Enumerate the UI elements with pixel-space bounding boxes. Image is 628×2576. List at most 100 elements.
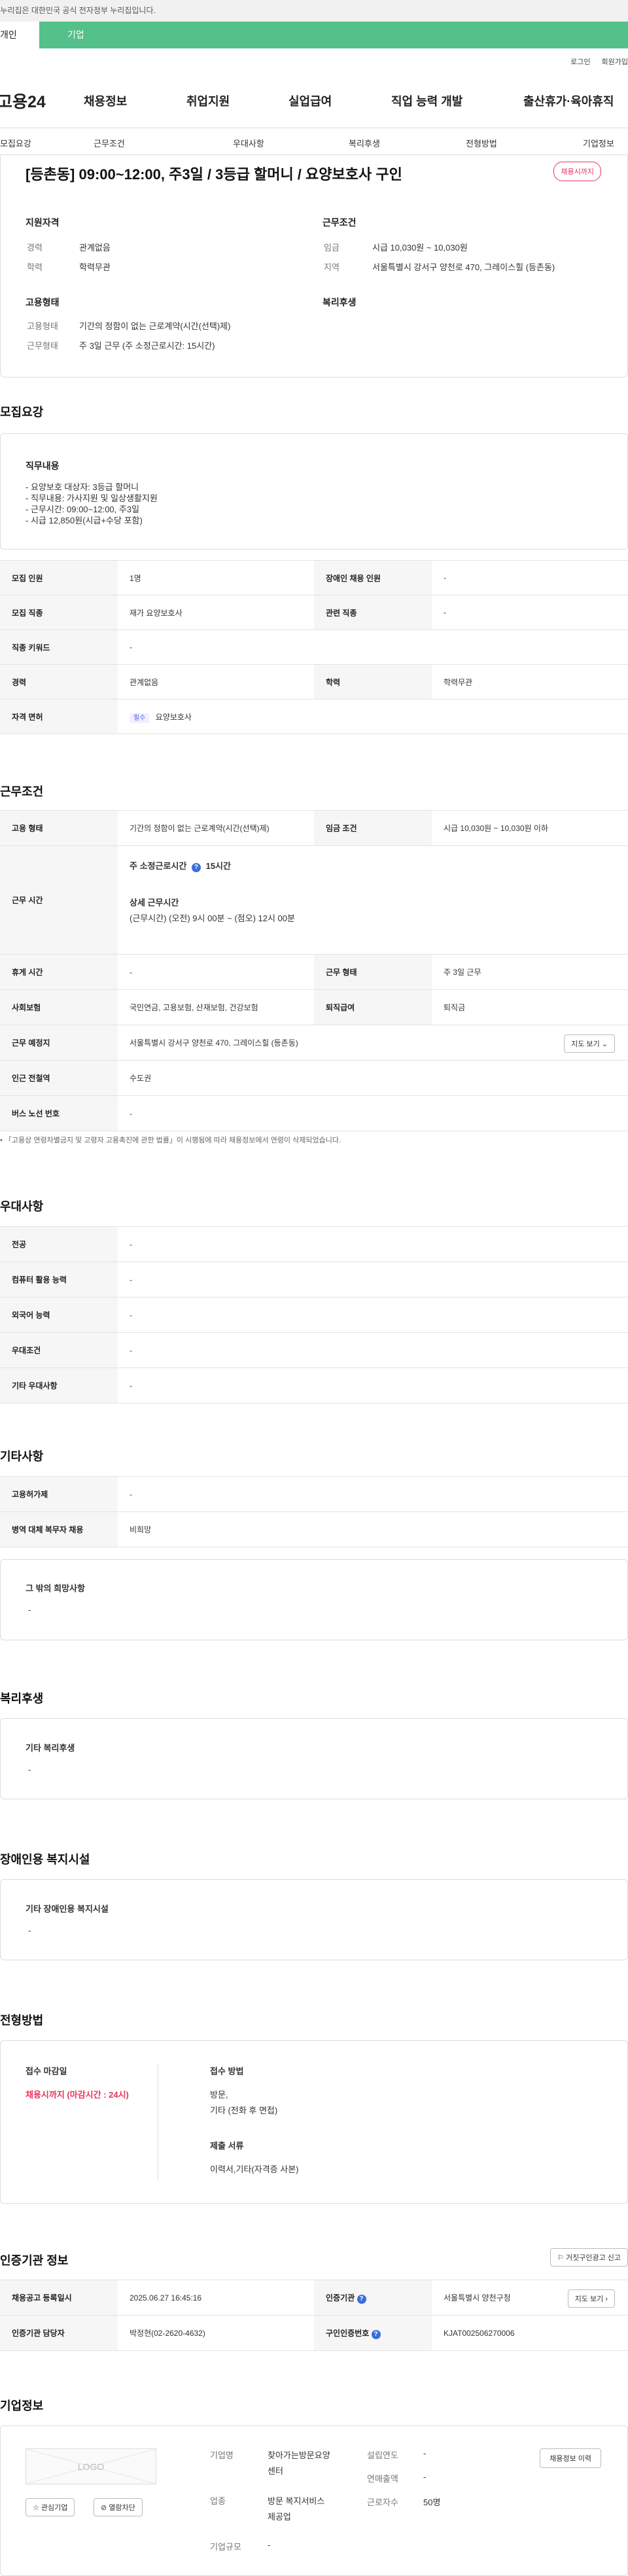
founded-label: 설립연도 (367, 2450, 398, 2460)
table-row: 경력 관계없음 학력 학력무관 (0, 664, 628, 699)
table-row: 휴게 시간 - 근무 형태 주 3일 근무 (0, 954, 628, 990)
military-label: 병역 대체 복무자 채용 (0, 1511, 118, 1547)
worktype-value: 주 3일 근무 (432, 954, 628, 990)
wage-cond-value: 시급 10,030원 ~ 10,030원 이하 (432, 810, 628, 846)
detail-hours-label: 상세 근무시간 (130, 898, 179, 908)
favorite-button[interactable]: ☆ 관심기업 (26, 2498, 75, 2516)
etc-pref-label: 기타 우대사항 (0, 1367, 118, 1403)
metro-value: 수도권 (118, 1060, 628, 1096)
deadline-badge: 채용시까지 (553, 162, 601, 181)
gov-banner: 이 누리집은 대한민국 공식 전자정부 누리집입니다. (0, 0, 628, 22)
table-row: 모집 직종 재가 요양보호사 관련 직종 - (0, 595, 628, 630)
company-box: LOGO ☆ 관심기업 ⊘ 열람차단 기업명 찾아가는방문요양 센터 업종 방문… (0, 2426, 628, 2576)
work-time-label: 근무 시간 (0, 845, 118, 955)
table-row: 버스 노선 번호 - (0, 1095, 628, 1131)
star-icon: ☆ (33, 2504, 41, 2512)
block-icon: ⊘ (101, 2504, 109, 2512)
size-value: - (268, 2540, 271, 2550)
welfare-title: 복리후생 (323, 297, 357, 308)
rest-label: 휴게 시간 (0, 954, 118, 990)
age-notice: • 「고용상 연령차별금지 및 고령자 고용촉진에 관한 법률」이 시행됨에 따… (0, 1135, 341, 1145)
table-row: 자격 면허 필수 요양보호사 (0, 699, 628, 734)
career-value: 관계없음 (79, 243, 111, 253)
prefer-section-title: 우대사항 (0, 1200, 44, 1213)
deadline-title: 접수 마감일 (26, 2066, 67, 2076)
wage-cond-label: 임금 조건 (314, 810, 432, 846)
revenue-label: 연매출액 (367, 2474, 398, 2484)
qualification-title: 지원자격 (26, 217, 60, 228)
gnb-item-employment-support[interactable]: 취업지원 (186, 92, 230, 109)
severance-value: 퇴직금 (432, 989, 628, 1025)
report-icon: ⚐ (557, 2254, 566, 2262)
duty-line: - 시급 12,850원(시급+수당 포함) (26, 516, 143, 525)
gnb-item-jobs[interactable]: 채용정보 (84, 92, 127, 109)
metro-label: 인근 전철역 (0, 1060, 118, 1096)
subnav-company[interactable]: 기업정보 (583, 137, 614, 149)
history-button[interactable]: 채용정보 이력 (540, 2448, 601, 2468)
docs-value: 이력서,기타(자격증 사본) (210, 2164, 299, 2174)
required-tag: 필수 (130, 713, 150, 723)
emp-type-label: 고용형태 (27, 321, 58, 331)
wish-title: 그 밖의 희망사항 (26, 1583, 85, 1593)
license-value: 요양보호사 (155, 712, 192, 722)
agency-map-label: 지도 보기 (574, 2295, 604, 2303)
map-button[interactable]: 지도 보기 ⌄ (564, 1034, 615, 1053)
company-name-line: 찾아가는방문요양 (268, 2450, 330, 2460)
agency-map-button[interactable]: 지도 보기 › (567, 2289, 615, 2308)
prefer-table: 전공 - 컴퓨터 활용 능력 - 외국어 능력 - 우대조건 - 기타 우대사항 - (0, 1226, 628, 1403)
report-button[interactable]: ⚐ 거짓구인광고 신고 (550, 2248, 628, 2267)
gnb-item-unemployment[interactable]: 실업급여 (288, 92, 332, 109)
wage-value: 시급 10,030원 ~ 10,030원 (372, 243, 468, 253)
edu-row-label: 학력 (314, 664, 432, 699)
table-row: 기타 우대사항 - (0, 1367, 628, 1403)
logo[interactable]: 고용24 (0, 89, 46, 113)
career-label: 경력 (27, 243, 43, 253)
cert-no-label: 구인인증번호 (326, 2328, 370, 2338)
headcount-value: 1명 (118, 560, 314, 595)
subnav-welfare[interactable]: 복리후생 (349, 137, 380, 149)
tab-company[interactable]: 기업 (39, 22, 628, 48)
gnb-item-leave[interactable]: 출산휴가·육아휴직 (523, 92, 614, 109)
employees-label: 근로자수 (367, 2497, 398, 2507)
emp-label: 고용 형태 (0, 810, 118, 846)
rest-value: - (118, 954, 314, 990)
subnav-recruit[interactable]: 모집요강 (0, 137, 31, 149)
bus-label: 버스 노선 번호 (0, 1095, 118, 1131)
table-row: 근무 예정지 서울특별시 강서구 양천로 470, 그레이스힐 (등촌동) 지도… (0, 1025, 628, 1061)
edu-label: 학력 (27, 262, 43, 272)
agency-label: 인증기관 (326, 2293, 355, 2303)
reg-value: 2025.06.27 16:45:16 (118, 2280, 314, 2316)
subnav-conditions[interactable]: 근무조건 (94, 137, 125, 149)
career-row-value: 관계없음 (118, 664, 314, 699)
table-row: 고용 형태 기간의 정함이 없는 근로계약(시간(선택)제) 임금 조건 시급 … (0, 810, 628, 846)
headcount-label: 모집 인원 (0, 560, 118, 595)
welfare-box: 기타 복리후생 - (0, 1718, 628, 1799)
company-name-line: 센터 (268, 2466, 283, 2476)
info-icon[interactable]: ? (371, 2329, 381, 2339)
history-button-label: 채용정보 이력 (550, 2455, 591, 2463)
info-icon[interactable]: ? (357, 2294, 366, 2304)
welfare-box-value: - (28, 1765, 31, 1774)
job-summary-card: [등촌동] 09:00~12:00, 주3일 / 3등급 할머니 / 요양보호사… (0, 155, 628, 378)
place-label: 근무 예정지 (0, 1025, 118, 1061)
region-value: 서울특별시 강서구 양천로 470, 그레이스힐 (등촌동) (372, 262, 555, 272)
job-title: [등촌동] 09:00~12:00, 주3일 / 3등급 할머니 / 요양보호사… (26, 166, 402, 183)
subnav-screening[interactable]: 전형방법 (466, 137, 497, 149)
subnav-prefer[interactable]: 우대사항 (233, 137, 264, 149)
join-link[interactable]: 회원가입 (602, 58, 628, 66)
gnb-item-training[interactable]: 직업 능력 개발 (391, 92, 462, 109)
bus-value: - (118, 1095, 628, 1131)
login-link[interactable]: 로그인 (570, 58, 590, 66)
block-button[interactable]: ⊘ 열람차단 (94, 2498, 143, 2516)
info-icon[interactable]: ? (191, 863, 201, 872)
table-row: 병역 대체 복무자 채용 비희망 (0, 1511, 628, 1547)
tab-individual-label: 개인 (0, 29, 17, 40)
edu-row-value: 학력무관 (432, 664, 628, 699)
tab-individual[interactable]: 개인 (0, 22, 39, 48)
disabled-value: - (432, 560, 628, 595)
region-label: 지역 (324, 262, 340, 272)
weekly-hours-label: 주 소정근로시간 (130, 861, 187, 871)
block-button-label: 열람차단 (109, 2504, 135, 2512)
user-type-tabs: 개인 기업 (0, 22, 628, 48)
officer-label: 인증기관 담당자 (0, 2315, 118, 2351)
